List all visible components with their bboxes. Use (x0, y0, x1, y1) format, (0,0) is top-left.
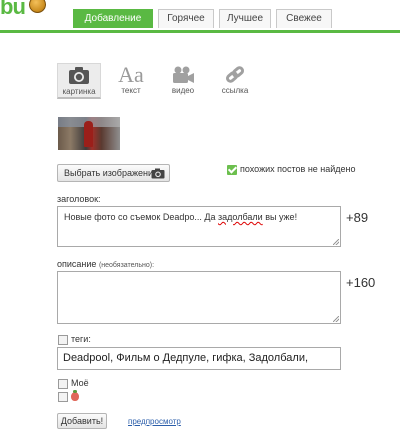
resize-grip-icon[interactable] (333, 316, 339, 322)
description-label-text: описание (57, 259, 97, 269)
tab-best[interactable]: Лучшее (219, 9, 271, 28)
uploaded-image-thumbnail (58, 117, 120, 150)
tags-checkbox[interactable] (58, 335, 68, 345)
submit-post-button[interactable]: Добавить! (57, 413, 107, 429)
title-text: Новые фото со съемок Deadpo... Да (64, 212, 218, 222)
description-char-counter: +160 (346, 275, 376, 290)
post-type-label: ссылка (221, 86, 249, 95)
choose-image-label: Выбрать изображение (64, 168, 159, 178)
description-input[interactable] (57, 271, 341, 324)
choose-image-button[interactable]: Выбрать изображение (57, 164, 170, 182)
mine-label: Моё (71, 378, 89, 388)
resize-grip-icon[interactable] (333, 239, 339, 245)
post-type-link[interactable]: ссылка (213, 63, 257, 96)
post-type-video[interactable]: видео (161, 63, 205, 96)
post-type-text[interactable]: Aa текст (109, 63, 153, 96)
post-type-label: видео (171, 86, 195, 95)
post-type-label: картинка (62, 87, 96, 96)
link-icon (213, 65, 257, 85)
main-tabs: Добавление поста Горячее Лучшее Свежее (73, 9, 337, 42)
post-type-picture[interactable]: картинка (57, 63, 101, 99)
strawberry-icon (71, 390, 79, 401)
description-optional-note: (необязательно): (98, 262, 155, 269)
tags-label: теги: (71, 334, 91, 344)
preview-link[interactable]: предпросмотр (128, 417, 181, 426)
logo-ball-icon (29, 0, 46, 13)
strawberry-checkbox[interactable] (58, 392, 68, 402)
title-text-end: вы уже! (262, 212, 298, 222)
tab-fresh[interactable]: Свежее (276, 9, 332, 28)
top-bar: bu Добавление поста Горячее Лучшее Свеже… (0, 0, 400, 42)
logo-text: bu (0, 0, 26, 19)
title-char-counter: +89 (346, 210, 369, 225)
tags-input[interactable]: Deadpool, Фильм о Дедпуле, гифка, Задолб… (57, 347, 341, 370)
similar-posts-status: похожих постов не найдено (240, 164, 356, 174)
checkmark-icon (227, 165, 237, 175)
thumb-figure (84, 121, 93, 147)
spellcheck-word: задолбали (218, 212, 263, 222)
camera-icon (58, 66, 100, 86)
description-label: описание (необязательно): (57, 259, 154, 269)
mine-checkbox[interactable] (58, 379, 68, 389)
post-type-label: текст (121, 86, 141, 95)
text-aa-icon: Aa (118, 62, 144, 87)
tab-add-post[interactable]: Добавление поста (73, 9, 153, 42)
camera-icon (151, 168, 165, 184)
title-input[interactable]: Новые фото со съемок Deadpo... Да задолб… (57, 206, 341, 247)
tab-hot[interactable]: Горячее (158, 9, 214, 28)
video-camera-icon (161, 65, 205, 85)
post-type-selector: картинка Aa текст видео ссылка (57, 63, 265, 99)
title-label: заголовок: (57, 194, 101, 204)
